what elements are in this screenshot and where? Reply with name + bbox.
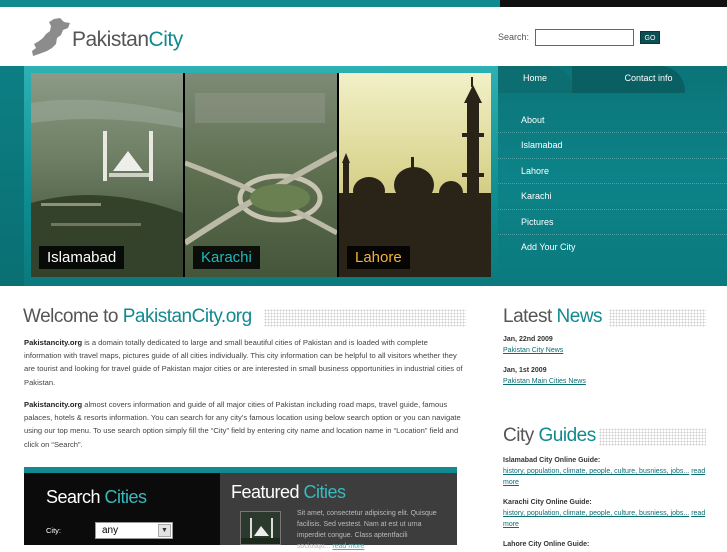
heading-dots-welcome xyxy=(264,309,466,327)
latest-news-heading: Latest News xyxy=(503,306,603,328)
featured-cities-heading-part2: Cities xyxy=(303,482,347,502)
featured-cities-heading-part1: Featured xyxy=(231,482,304,502)
featured-description: Sit amet, consectetur adipiscing elit. Q… xyxy=(297,508,442,552)
city-photo-strip: Islamabad Karachi Lahore xyxy=(31,73,491,277)
site-name-part1: Pakistan xyxy=(72,28,149,51)
nav-contact-label: Contact info xyxy=(624,73,673,83)
city-guides-heading: City Guides xyxy=(503,425,596,447)
featured-cities-panel: Featured Cities Sit amet, consectetur ad… xyxy=(220,473,457,550)
photo-label-islamabad: Islamabad xyxy=(39,246,125,269)
photo-karachi[interactable]: Karachi xyxy=(185,73,337,277)
top-accent-bar xyxy=(0,0,727,7)
heading-dots-guides xyxy=(599,428,706,446)
welcome-paragraph-1: Pakistancity.org is a domain totally ded… xyxy=(24,336,466,389)
photo-islamabad[interactable]: Islamabad xyxy=(31,73,183,277)
featured-city-thumbnail[interactable] xyxy=(240,511,281,545)
site-name: PakistanCity xyxy=(72,28,183,52)
city-guides-heading-part2: Guides xyxy=(538,425,597,446)
bottom-panels: Search Cities City: any ▼ Featured Cities… xyxy=(24,467,457,550)
top-nav: Contact info Home xyxy=(498,66,727,93)
site-name-part2: City xyxy=(148,28,184,51)
city-select-value: any xyxy=(102,525,119,536)
search-input[interactable] xyxy=(535,29,634,46)
go-button[interactable]: GO xyxy=(640,31,660,44)
search-cities-heading: Search Cities xyxy=(46,487,147,508)
featured-text: Sit amet, consectetur adipiscing elit. Q… xyxy=(297,510,437,550)
welcome-heading: Welcome to PakistanCity.org xyxy=(23,306,252,328)
welcome-p1-bold: Pakistancity.org xyxy=(24,338,83,347)
welcome-p2-text: almost covers information and guide of a… xyxy=(24,400,461,449)
search-cities-panel: Search Cities City: any ▼ xyxy=(24,473,220,545)
city-guides-heading-part1: City xyxy=(503,425,539,446)
news-link[interactable]: Pakistan City News xyxy=(503,347,563,354)
welcome-paragraph-2: Pakistancity.org almost covers informati… xyxy=(24,398,466,451)
nav-home[interactable]: Home xyxy=(498,66,572,93)
search-cities-heading-part2: Cities xyxy=(104,487,148,507)
pakistan-map-icon xyxy=(32,18,70,56)
featured-mosque-image xyxy=(241,512,280,544)
menu-item-lahore[interactable]: Lahore xyxy=(498,159,727,185)
guide-link[interactable]: history, population, climate, people, cu… xyxy=(503,510,689,517)
site-logo[interactable]: PakistanCity xyxy=(30,17,230,57)
search-cities-heading-part1: Search xyxy=(46,487,105,507)
guide-item: Karachi City Online Guide: history, popu… xyxy=(503,497,713,530)
side-menu: About Islamabad Lahore Karachi Pictures … xyxy=(498,108,727,260)
welcome-p2-bold: Pakistancity.org xyxy=(24,400,83,409)
welcome-heading-part2: PakistanCity.org xyxy=(122,306,252,327)
guide-title: Karachi City Online Guide: xyxy=(503,499,592,506)
menu-item-add-your-city[interactable]: Add Your City xyxy=(498,235,727,260)
guide-title: Islamabad City Online Guide: xyxy=(503,457,601,464)
welcome-p1-text: is a domain totally dedicated to large a… xyxy=(24,338,463,387)
top-accent-bar-dark xyxy=(500,0,727,7)
menu-item-islamabad[interactable]: Islamabad xyxy=(498,133,727,159)
guide-item: Islamabad City Online Guide: history, po… xyxy=(503,455,713,488)
photo-label-karachi: Karachi xyxy=(193,246,260,269)
welcome-heading-part1: Welcome to xyxy=(23,306,123,327)
news-item: Jan, 1st 2009 Pakistan Main Cities News xyxy=(503,365,586,387)
guide-link[interactable]: history, population, climate, people, cu… xyxy=(503,468,689,475)
news-item: Jan, 22nd 2009 Pakistan City News xyxy=(503,334,563,356)
city-label: City: xyxy=(46,526,61,535)
photo-label-lahore: Lahore xyxy=(347,246,410,269)
featured-cities-heading: Featured Cities xyxy=(231,482,346,503)
nav-home-label: Home xyxy=(522,73,547,83)
menu-item-karachi[interactable]: Karachi xyxy=(498,184,727,210)
menu-item-about[interactable]: About xyxy=(498,108,727,134)
news-date: Jan, 1st 2009 xyxy=(503,367,547,374)
featured-read-more-link[interactable]: read more xyxy=(332,543,364,550)
latest-news-heading-part2: News xyxy=(556,306,603,327)
city-select[interactable]: any ▼ xyxy=(95,522,173,539)
news-link[interactable]: Pakistan Main Cities News xyxy=(503,378,586,385)
heading-dots-news xyxy=(609,309,706,327)
photo-lahore[interactable]: Lahore xyxy=(339,73,491,277)
chevron-down-icon[interactable]: ▼ xyxy=(158,524,171,537)
search-label: Search: xyxy=(498,32,530,42)
news-date: Jan, 22nd 2009 xyxy=(503,336,553,343)
nav-contact-info[interactable]: Contact info xyxy=(572,66,685,93)
latest-news-heading-part1: Latest xyxy=(503,306,557,327)
menu-item-pictures[interactable]: Pictures xyxy=(498,210,727,235)
